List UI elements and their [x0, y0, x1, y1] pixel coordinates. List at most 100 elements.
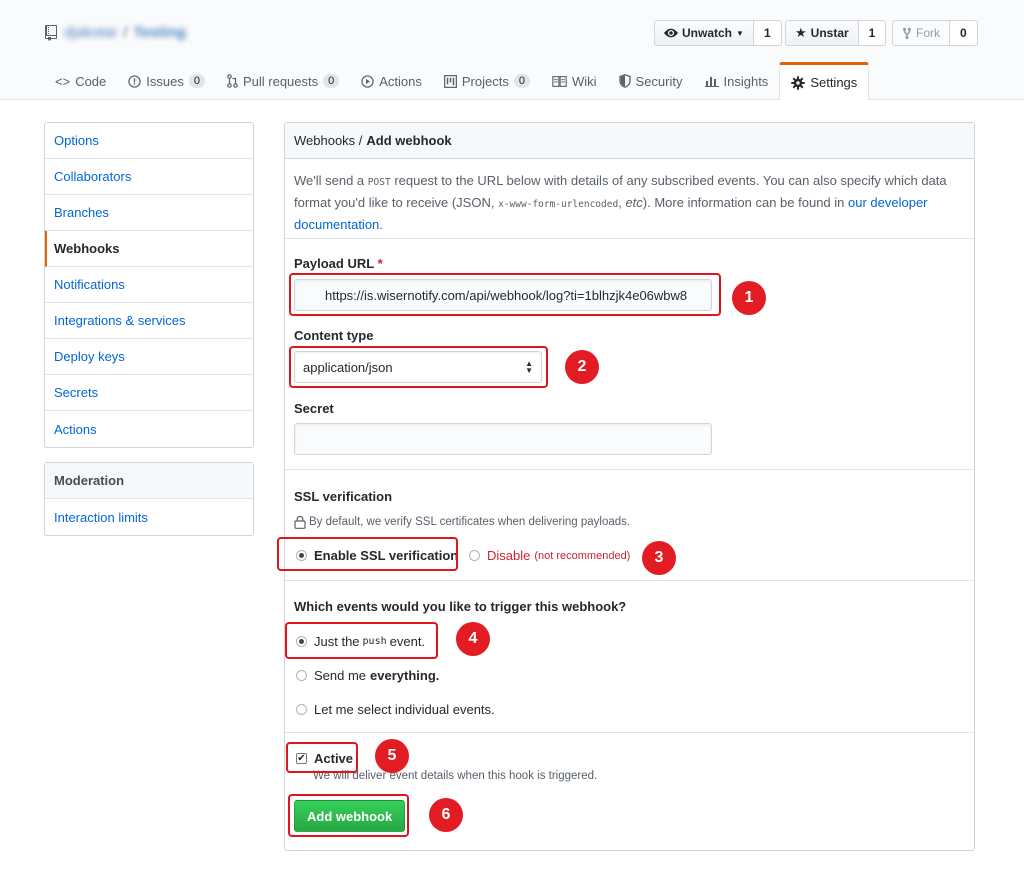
- repo-owner-link[interactable]: djakotar: [64, 24, 117, 41]
- payload-url-label: Payload URL *: [294, 256, 383, 271]
- unstar-label: Unstar: [810, 26, 849, 40]
- unstar-button[interactable]: ★ Unstar: [785, 20, 859, 46]
- secret-label: Secret: [294, 401, 334, 416]
- events-everything-label: Send me: [314, 668, 367, 683]
- repo-name-link[interactable]: Testing: [134, 24, 186, 41]
- sidebar-item-collaborators[interactable]: Collaborators: [45, 159, 253, 195]
- tab-counter: 0: [513, 74, 530, 88]
- intro-part: We'll send a: [294, 173, 365, 188]
- sidebar-item-interaction-limits[interactable]: Interaction limits: [45, 499, 253, 535]
- breadcrumb-parent[interactable]: Webhooks /: [294, 133, 362, 148]
- tab-settings[interactable]: Settings: [779, 62, 870, 101]
- moderation-heading: Moderation: [45, 463, 253, 499]
- content-type-label: Content type: [294, 328, 374, 343]
- events-everything-bold: everything.: [370, 668, 440, 683]
- active-checkbox[interactable]: ✔: [296, 753, 307, 764]
- repo-nav-tabs: <> Code Issues 0 Pull requests 0 Actions…: [44, 62, 870, 101]
- intro-code: x-www-form-urlencoded: [498, 199, 619, 210]
- add-webhook-button[interactable]: Add webhook: [294, 800, 406, 832]
- tab-projects[interactable]: Projects 0: [433, 62, 541, 100]
- repo-icon: [45, 24, 57, 41]
- book-icon: [552, 75, 567, 87]
- tab-counter: 0: [188, 74, 205, 88]
- payload-url-input[interactable]: https://is.wisernotify.com/api/webhook/l…: [294, 279, 712, 311]
- ssl-disable-radio[interactable]: [469, 550, 480, 561]
- events-individual-option[interactable]: Let me select individual events.: [296, 702, 495, 717]
- shield-icon: [618, 74, 631, 88]
- sidebar-item-deploy-keys[interactable]: Deploy keys: [45, 339, 253, 375]
- tab-label: Issues: [146, 73, 184, 89]
- tab-wiki[interactable]: Wiki: [541, 62, 608, 100]
- fork-button[interactable]: Fork: [892, 20, 950, 46]
- tab-issues[interactable]: Issues 0: [117, 62, 216, 100]
- watch-count[interactable]: 1: [753, 20, 782, 46]
- chevron-down-icon: ▼: [736, 28, 744, 38]
- annotation-badge-5: 5: [375, 739, 409, 773]
- tab-label: Settings: [810, 75, 858, 90]
- sidebar-item-secrets[interactable]: Secrets: [45, 375, 253, 411]
- events-push-label-end: event.: [389, 634, 426, 649]
- tab-label: Wiki: [571, 73, 597, 89]
- breadcrumb: Webhooks / Add webhook: [285, 123, 974, 159]
- sidebar-item-webhooks[interactable]: Webhooks: [45, 231, 253, 267]
- tab-actions[interactable]: Actions: [350, 62, 433, 100]
- active-option[interactable]: ✔ Active: [296, 751, 353, 766]
- divider: [285, 238, 974, 239]
- repo-header: djakotar / Testing Unwatch ▼ 1 ★ Unstar …: [0, 0, 1024, 101]
- select-arrows-icon: ▲ ▼: [525, 359, 533, 375]
- repo-title: djakotar / Testing: [44, 24, 186, 41]
- sidebar-item-actions[interactable]: Actions: [45, 411, 253, 447]
- annotation-badge-6: 6: [429, 798, 463, 832]
- events-push-option[interactable]: Just the push event.: [296, 634, 425, 649]
- events-push-code: push: [362, 636, 387, 647]
- tab-label: Actions: [379, 73, 422, 89]
- events-push-radio[interactable]: [296, 636, 307, 647]
- ssl-enable-option[interactable]: Enable SSL verification: [296, 548, 458, 563]
- tab-pull-requests[interactable]: Pull requests 0: [216, 62, 350, 100]
- ssl-enable-radio[interactable]: [296, 550, 307, 561]
- code-icon: <>: [55, 73, 71, 89]
- payload-url-label-text: Payload URL: [294, 256, 374, 271]
- fork-label: Fork: [916, 26, 940, 40]
- play-icon: [361, 74, 374, 88]
- tab-label: Projects: [461, 73, 509, 89]
- ssl-label: SSL verification: [294, 489, 393, 504]
- events-everything-radio[interactable]: [296, 670, 307, 681]
- star-count[interactable]: 1: [858, 20, 887, 46]
- intro-part: ,: [618, 195, 622, 210]
- sidebar-item-notifications[interactable]: Notifications: [45, 267, 253, 303]
- sidebar-item-integrations[interactable]: Integrations & services: [45, 303, 253, 339]
- tab-code[interactable]: <> Code: [44, 62, 117, 100]
- tab-security[interactable]: Security: [608, 62, 694, 100]
- intro-part: ). More information can be found in: [642, 195, 845, 210]
- annotation-badge-2: 2: [565, 350, 599, 384]
- events-everything-option[interactable]: Send me everything.: [296, 668, 439, 683]
- fork-count[interactable]: 0: [950, 20, 978, 46]
- fork-group: Fork 0: [892, 20, 978, 46]
- content-type-value: application/json: [303, 359, 393, 375]
- unwatch-button[interactable]: Unwatch ▼: [654, 20, 754, 46]
- sidebar-item-options[interactable]: Options: [45, 123, 253, 159]
- active-label: Active: [314, 751, 354, 766]
- intro-text: We'll send a POST request to the URL bel…: [294, 171, 964, 235]
- tab-label: Security: [635, 73, 683, 89]
- tab-counter: 0: [323, 74, 340, 88]
- ssl-disable-label: Disable: [487, 548, 531, 563]
- pull-request-icon: [227, 74, 238, 88]
- annotation-badge-3: 3: [642, 541, 676, 575]
- sidebar-item-branches[interactable]: Branches: [45, 195, 253, 231]
- tab-insights[interactable]: Insights: [694, 62, 780, 100]
- divider: [285, 469, 974, 470]
- ssl-note: By default, we verify SSL certificates w…: [294, 515, 630, 529]
- ssl-disable-option[interactable]: Disable (not recommended): [469, 548, 630, 563]
- lock-icon: [294, 515, 306, 529]
- secret-input[interactable]: [294, 423, 712, 455]
- annotation-badge-4: 4: [456, 622, 490, 656]
- events-individual-radio[interactable]: [296, 704, 307, 715]
- eye-icon: [664, 28, 678, 38]
- content-type-select[interactable]: application/json ▲ ▼: [294, 351, 542, 383]
- star-icon: ★: [795, 25, 807, 40]
- events-individual-label: Let me select individual events.: [314, 702, 495, 717]
- ssl-enable-label: Enable SSL verification: [314, 548, 459, 563]
- gear-icon: [791, 75, 806, 90]
